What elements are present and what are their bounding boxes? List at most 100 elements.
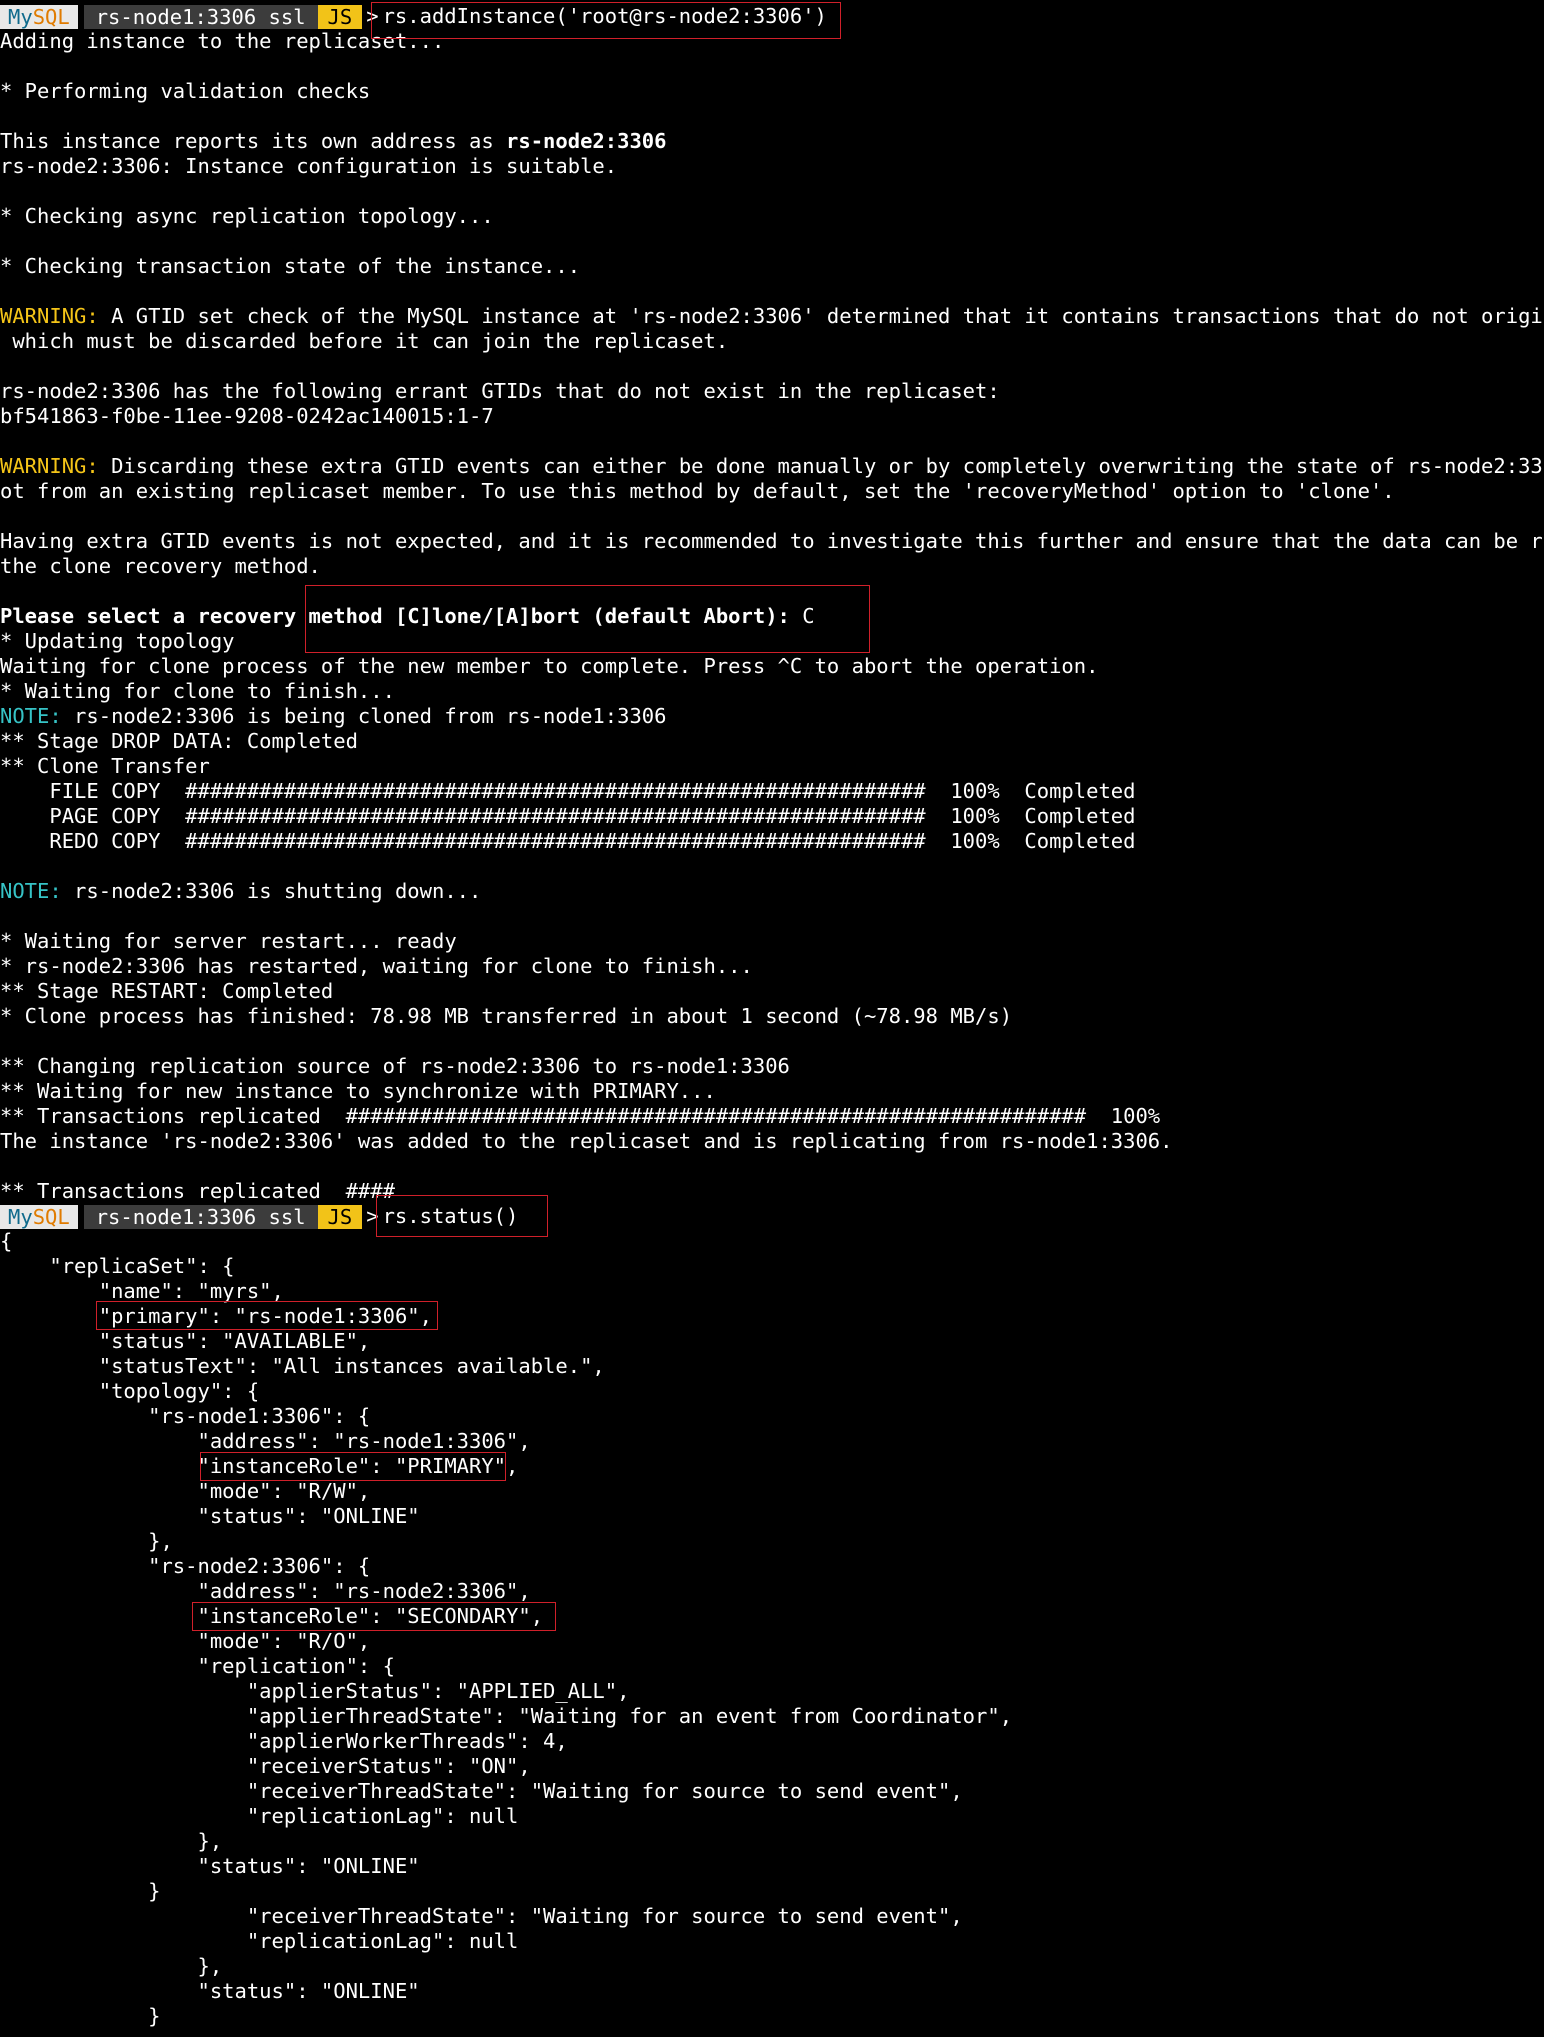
output-line: "rs-node2:3306": { — [0, 1554, 371, 1578]
output-line: Adding instance to the replicaset... — [0, 29, 445, 53]
output-line: "applierThreadState": "Waiting for an ev… — [0, 1704, 1013, 1728]
emphasized-text: Please select a recovery method [C]lone/… — [0, 604, 790, 628]
output-line: ** Stage RESTART: Completed — [0, 979, 334, 1003]
output-line: "primary": "rs-node1:3306", — [0, 1304, 432, 1328]
output-line: ** Transactions replicated #### — [0, 1179, 395, 1203]
output-line: ** Waiting for new instance to synchroni… — [0, 1079, 716, 1103]
output-line: }, — [0, 1529, 173, 1553]
output-line: * Checking transaction state of the inst… — [0, 254, 581, 278]
output-line: } — [0, 1879, 161, 1903]
output-line: "applierStatus": "APPLIED_ALL", — [0, 1679, 630, 1703]
output-line: { — [0, 1229, 13, 1253]
shell-prompt-line: MySQL rs-node1:3306 ssl JS > rs.status() — [0, 1204, 1544, 1229]
warning-label: WARNING: — [0, 454, 99, 478]
prompt-app-name-part1: My — [8, 1204, 33, 1229]
output-line: "replicationLag": null — [0, 1929, 519, 1953]
output-line: WARNING: Discarding these extra GTID eve… — [0, 454, 1544, 479]
output-line: "status": "ONLINE" — [0, 1854, 420, 1878]
output-line: * Clone process has finished: 78.98 MB t… — [0, 1004, 1013, 1028]
output-line: } — [0, 2004, 161, 2028]
output-line: }, — [0, 1954, 223, 1978]
output-line: NOTE: rs-node2:3306 is shutting down... — [0, 879, 1544, 904]
output-line: }, — [0, 1829, 223, 1853]
output-line: ** Clone Transfer — [0, 754, 210, 778]
shell-command[interactable]: rs.addInstance('root@rs-node2:3306') — [383, 4, 827, 29]
prompt-app-name-part1: My — [8, 4, 33, 29]
output-line: ** Changing replication source of rs-nod… — [0, 1054, 790, 1078]
output-line: "mode": "R/W", — [0, 1479, 371, 1503]
output-line: * Checking async replication topology... — [0, 204, 494, 228]
output-text: A GTID set check of the MySQL instance a… — [98, 304, 1544, 328]
output-line: "status": "ONLINE" — [0, 1979, 420, 2003]
output-text: This instance reports its own address as — [0, 129, 507, 153]
output-line: This instance reports its own address as… — [0, 129, 1544, 154]
output-line: "rs-node1:3306": { — [0, 1404, 371, 1428]
output-line: "address": "rs-node2:3306", — [0, 1579, 531, 1603]
terminal-output[interactable]: MySQL rs-node1:3306 ssl JS > rs.addInstance(… — [0, 4, 1544, 2029]
output-line: rs-node2:3306 has the following errant G… — [0, 379, 1000, 403]
output-line: "status": "ONLINE" — [0, 1504, 420, 1528]
output-line: "instanceRole": "PRIMARY", — [0, 1454, 519, 1478]
output-line: bf541863-f0be-11ee-9208-0242ac140015:1-7 — [0, 404, 494, 428]
output-line: rs-node2:3306: Instance configuration is… — [0, 154, 618, 178]
prompt-arrow-icon: > — [366, 4, 379, 28]
output-line: * Updating topology — [0, 629, 235, 653]
output-line: * rs-node2:3306 has restarted, waiting f… — [0, 954, 753, 978]
output-line: "instanceRole": "SECONDARY", — [0, 1604, 544, 1628]
output-line: REDO COPY ##############################… — [0, 829, 1136, 853]
output-line: Waiting for clone process of the new mem… — [0, 654, 1099, 678]
prompt-app-name-part2: SQL — [32, 4, 70, 29]
output-line: ot from an existing replicaset member. T… — [0, 479, 1395, 503]
output-line: Having extra GTID events is not expected… — [0, 529, 1544, 553]
output-line: "receiverThreadState": "Waiting for sour… — [0, 1779, 963, 1803]
output-line: "replicaSet": { — [0, 1254, 235, 1278]
output-line: "address": "rs-node1:3306", — [0, 1429, 531, 1453]
shell-command[interactable]: rs.status() — [383, 1204, 519, 1229]
prompt-app-name-part2: SQL — [32, 1204, 70, 1229]
output-line: "statusText": "All instances available."… — [0, 1354, 605, 1378]
output-line: "name": "myrs", — [0, 1279, 284, 1303]
output-line: ** Stage DROP DATA: Completed — [0, 729, 358, 753]
prompt-host-segment: rs-node1:3306 ssl — [83, 4, 318, 29]
output-line: "status": "AVAILABLE", — [0, 1329, 371, 1353]
output-line: PAGE COPY ##############################… — [0, 804, 1136, 828]
prompt-app-segment: MySQL — [0, 4, 78, 29]
output-line: * Waiting for server restart... ready — [0, 929, 457, 953]
output-text: Discarding these extra GTID events can e… — [98, 454, 1544, 478]
output-text: rs-node2:3306 is shutting down... — [61, 879, 482, 903]
note-label: NOTE: — [0, 704, 62, 728]
prompt-app-segment: MySQL — [0, 1204, 78, 1229]
emphasized-text: rs-node2:3306 — [506, 129, 667, 153]
output-line: "receiverThreadState": "Waiting for sour… — [0, 1904, 963, 1928]
output-line: WARNING: A GTID set check of the MySQL i… — [0, 304, 1544, 329]
output-line: NOTE: rs-node2:3306 is being cloned from… — [0, 704, 1544, 729]
prompt-lang-segment: JS — [317, 4, 363, 29]
output-line: Please select a recovery method [C]lone/… — [0, 604, 1544, 629]
prompt-lang-segment: JS — [317, 1204, 363, 1229]
output-line: ** Transactions replicated #############… — [0, 1104, 1161, 1128]
output-line: which must be discarded before it can jo… — [0, 329, 729, 353]
shell-prompt-line: MySQL rs-node1:3306 ssl JS > rs.addInstance(… — [0, 4, 1544, 29]
note-label: NOTE: — [0, 879, 62, 903]
output-line: "topology": { — [0, 1379, 260, 1403]
warning-label: WARNING: — [0, 304, 99, 328]
output-text: C — [789, 604, 815, 628]
output-line: "replication": { — [0, 1654, 395, 1678]
output-text: rs-node2:3306 is being cloned from rs-no… — [61, 704, 667, 728]
prompt-arrow-icon: > — [366, 1204, 379, 1228]
output-line: FILE COPY ##############################… — [0, 779, 1136, 803]
output-line: "applierWorkerThreads": 4, — [0, 1729, 568, 1753]
